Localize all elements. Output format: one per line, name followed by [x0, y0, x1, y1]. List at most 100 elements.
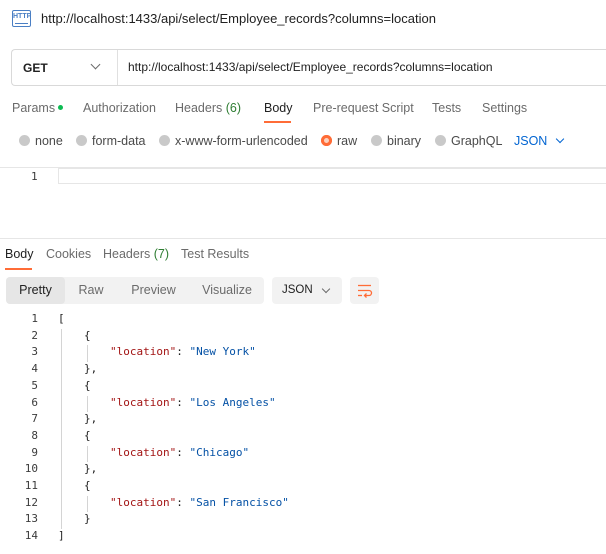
json-punctuation: }, — [84, 462, 98, 476]
code-text: "location": "Chicago" — [110, 446, 249, 459]
params-indicator-dot — [58, 105, 64, 111]
tab-settings[interactable]: Settings — [482, 101, 527, 115]
radio-none[interactable]: none — [19, 134, 63, 148]
json-punctuation: }, — [84, 362, 98, 376]
json-key: "location" — [110, 395, 177, 409]
active-tab-underline — [5, 268, 32, 270]
code-text: [ — [58, 312, 65, 325]
radio-x-www-form-urlencoded[interactable]: x-www-form-urlencoded — [159, 134, 308, 148]
code-line: 2{ — [0, 327, 606, 344]
code-line: 10}, — [0, 460, 606, 477]
view-pretty-button[interactable]: Pretty — [6, 277, 65, 304]
response-view-toggle: Pretty Raw Preview Visualize — [6, 277, 264, 304]
json-punctuation: } — [84, 512, 91, 526]
http-icon: HTTP — [12, 10, 31, 27]
response-format-select[interactable]: JSON — [272, 277, 342, 304]
indent-guide — [87, 395, 88, 413]
line-number: 9 — [31, 445, 38, 459]
line-number: 11 — [24, 479, 38, 492]
radio-none-label: none — [35, 134, 63, 148]
response-format-label: JSON — [282, 284, 313, 296]
line-number: 4 — [31, 362, 38, 376]
tab-test-results-label: Test Results — [181, 247, 250, 261]
tab-pre-request-script-label: Pre-request Script — [313, 101, 414, 115]
radio-graphql-label: GraphQL — [451, 134, 503, 148]
code-line: 3 "location": "New York" — [0, 343, 606, 360]
code-line: 11 { — [0, 477, 606, 494]
line-number: 12 — [24, 495, 38, 509]
code-line: 9 "location": "Chicago" — [0, 444, 606, 461]
json-punctuation: { — [84, 378, 91, 392]
code-line: 14] — [0, 527, 606, 544]
tab-response-headers[interactable]: Headers (7) — [103, 247, 169, 261]
code-text: { — [84, 429, 91, 442]
tab-response-headers-label: Headers — [103, 247, 151, 261]
radio-x-www-form-urlencoded-label: x-www-form-urlencoded — [175, 134, 308, 148]
tab-tests[interactable]: Tests — [432, 101, 461, 115]
tab-body[interactable]: Body — [264, 101, 293, 115]
url-input[interactable]: http://localhost:1433/api/select/Employe… — [128, 60, 493, 74]
radio-circle-icon — [435, 135, 446, 147]
line-number: 13 — [24, 512, 38, 526]
radio-circle-icon — [159, 135, 170, 147]
tab-pre-request-script[interactable]: Pre-request Script — [313, 101, 414, 115]
editor-line-number: 1 — [31, 170, 38, 183]
tab-test-results[interactable]: Test Results — [181, 247, 249, 261]
wrap-lines-icon — [358, 284, 373, 298]
http-icon-label: HTTP — [13, 13, 32, 20]
indent-guide — [61, 328, 62, 530]
radio-graphql[interactable]: GraphQL — [435, 134, 502, 148]
radio-raw[interactable]: raw — [321, 134, 357, 148]
json-string: "New York" — [189, 345, 256, 359]
json-string: "Los Angeles" — [189, 395, 276, 409]
method-select[interactable]: GET — [23, 61, 48, 75]
tab-params[interactable]: Params — [12, 101, 64, 115]
body-format-select[interactable]: JSON — [514, 134, 547, 148]
chevron-down-icon — [321, 284, 331, 294]
title-bar: HTTP http://localhost:1433/api/select/Em… — [0, 0, 606, 38]
code-text: { — [84, 379, 91, 392]
tab-tests-label: Tests — [432, 101, 462, 115]
chevron-down-icon[interactable] — [555, 134, 565, 144]
code-text: }, — [84, 412, 97, 425]
code-line: 7}, — [0, 410, 606, 427]
view-visualize-button[interactable]: Visualize — [190, 277, 264, 304]
code-line: 12 "location": "San Francisco" — [0, 494, 606, 511]
view-preview-button[interactable]: Preview — [117, 277, 190, 304]
code-line: 1[ — [0, 310, 606, 327]
json-punctuation: { — [84, 428, 91, 442]
line-number: 1 — [31, 312, 38, 325]
code-text: { — [84, 329, 91, 342]
json-punctuation: : — [176, 395, 190, 409]
code-text: ] — [58, 529, 65, 542]
tab-cookies[interactable]: Cookies — [46, 247, 91, 261]
line-number: 14 — [24, 529, 38, 543]
code-line: 8{ — [0, 427, 606, 444]
code-text: { — [84, 479, 91, 492]
code-text: }, — [84, 462, 97, 475]
request-body-editor[interactable] — [58, 168, 606, 184]
headers-count: (6) — [225, 101, 242, 115]
view-raw-button[interactable]: Raw — [65, 277, 117, 304]
json-string: "Chicago" — [189, 445, 250, 459]
line-number: 3 — [31, 345, 38, 359]
chevron-down-icon[interactable] — [90, 59, 101, 70]
radio-raw-label: raw — [337, 134, 358, 148]
tab-headers[interactable]: Headers (6) — [175, 101, 241, 115]
code-text: "location": "Los Angeles" — [110, 396, 276, 409]
radio-form-data[interactable]: form-data — [76, 134, 146, 148]
radio-circle-icon — [371, 135, 382, 147]
json-key: "location" — [110, 445, 177, 459]
divider — [117, 50, 118, 85]
line-number: 8 — [31, 428, 38, 442]
radio-binary[interactable]: binary — [371, 134, 421, 148]
request-title[interactable]: http://localhost:1433/api/select/Employe… — [41, 11, 436, 26]
tab-authorization[interactable]: Authorization — [83, 101, 156, 115]
line-number: 5 — [31, 378, 38, 392]
tab-headers-label: Headers — [175, 101, 223, 115]
tab-response-body[interactable]: Body — [5, 247, 34, 261]
radio-form-data-label: form-data — [92, 134, 146, 148]
code-text: "location": "San Francisco" — [110, 496, 289, 509]
divider — [0, 238, 606, 239]
wrap-lines-button[interactable] — [350, 277, 379, 304]
